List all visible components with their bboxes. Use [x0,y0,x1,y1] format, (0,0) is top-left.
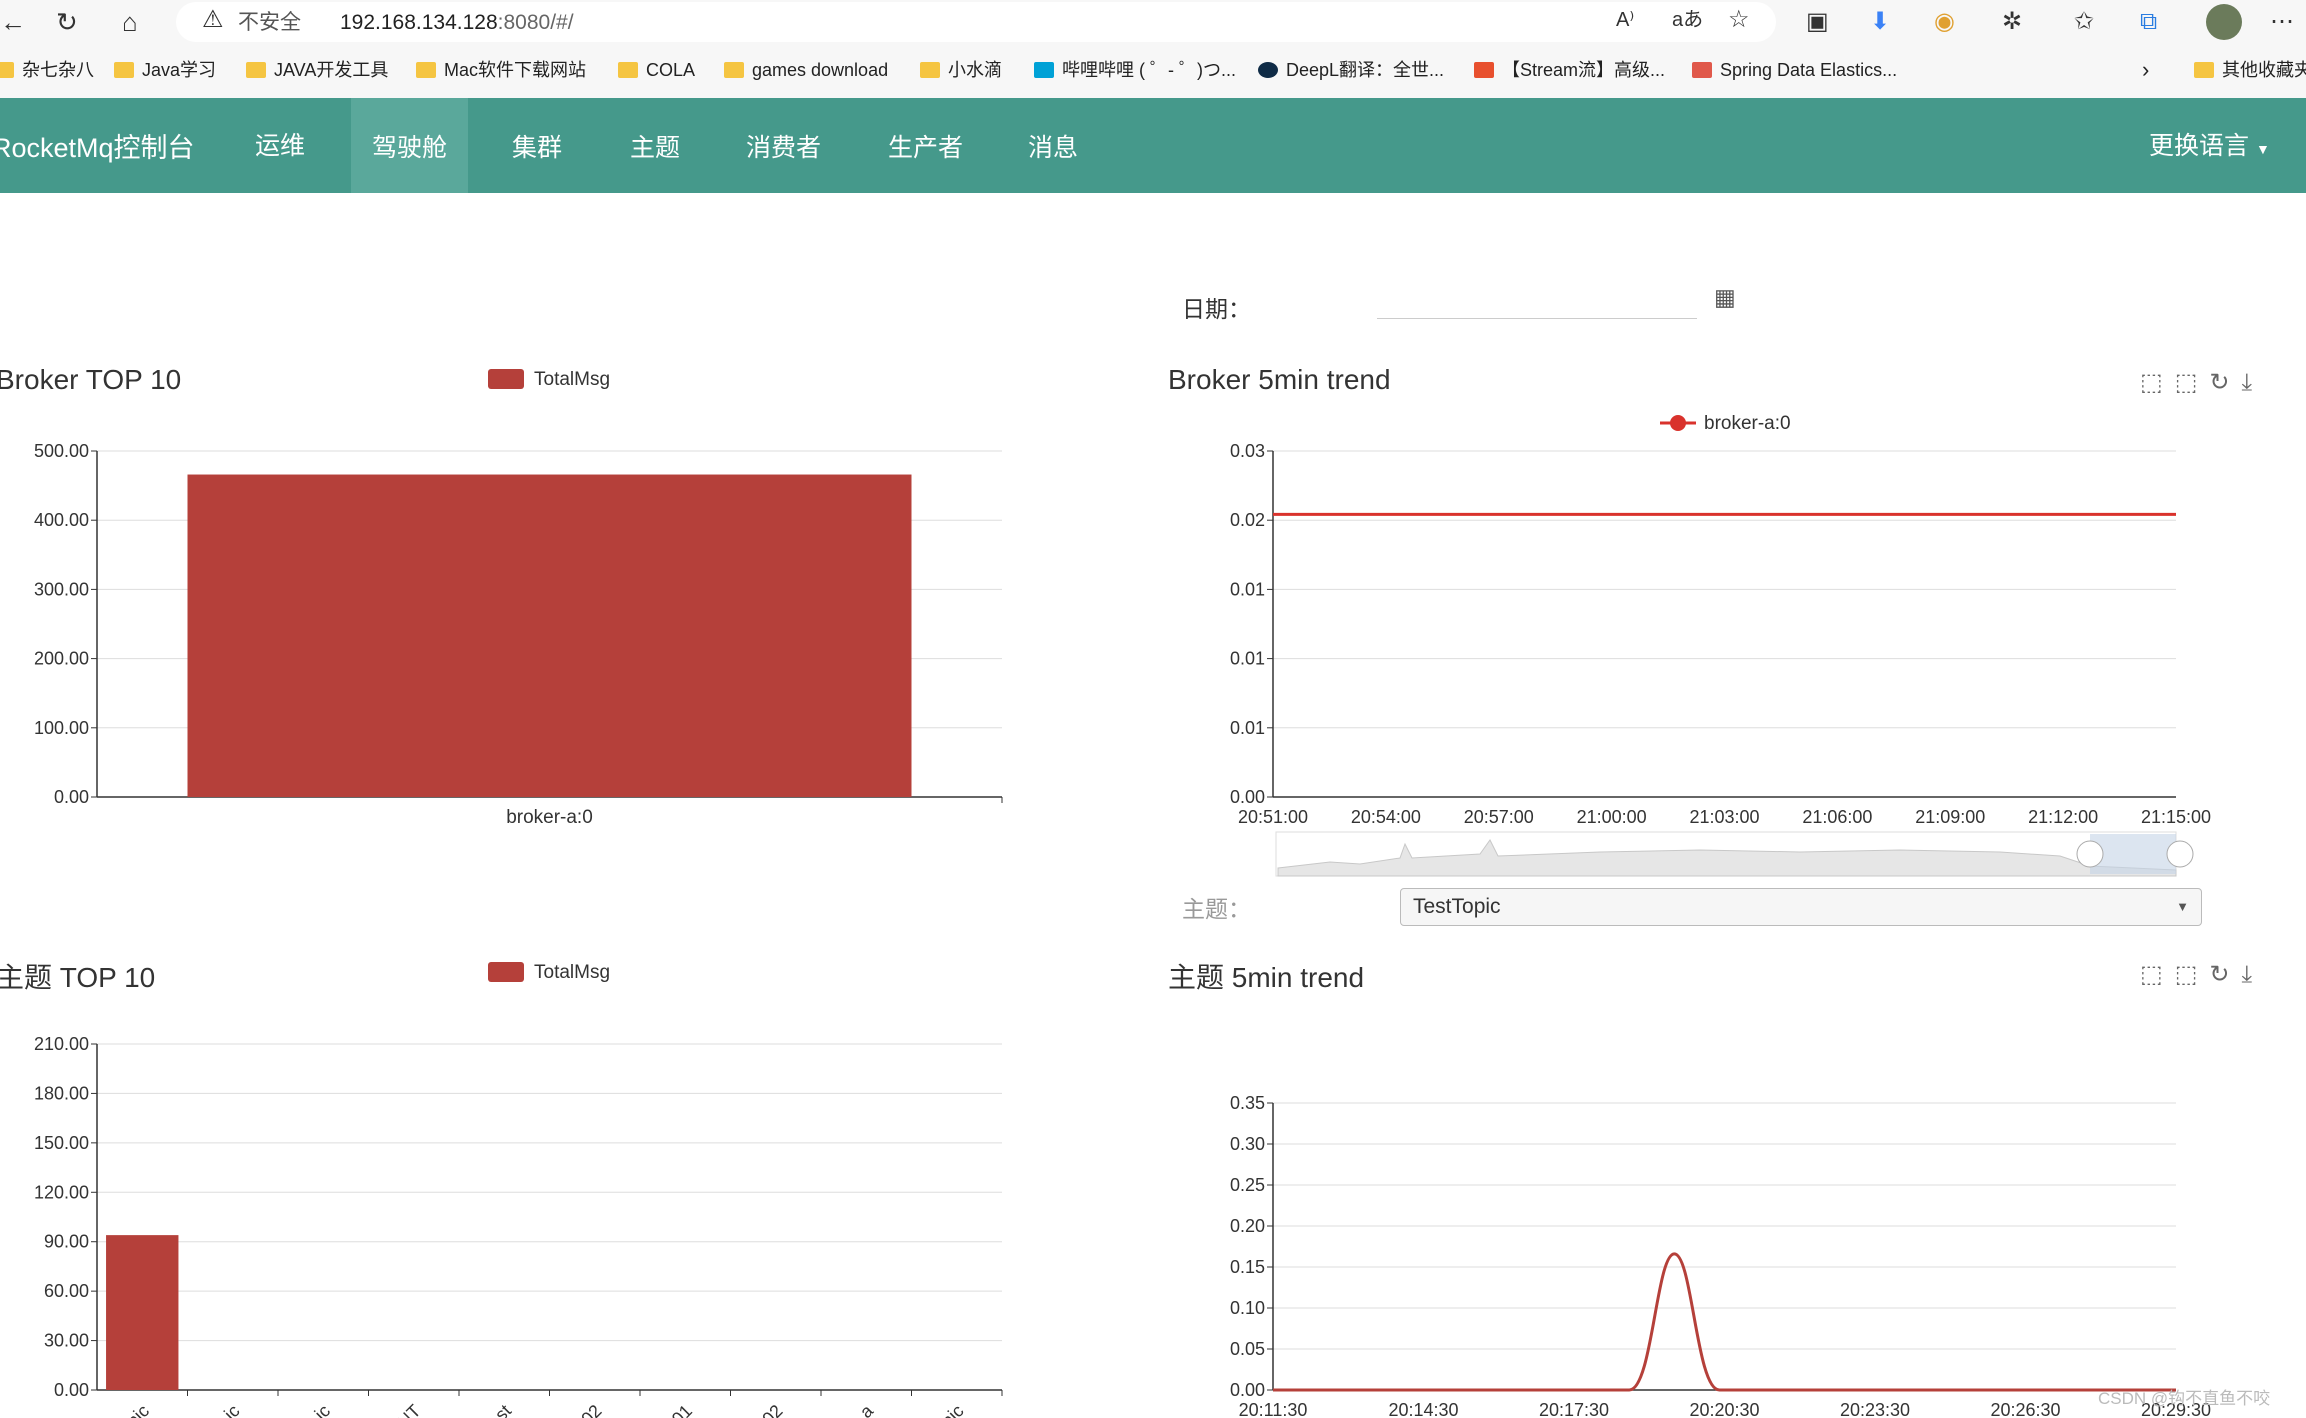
x-tick-label: _a [848,1400,878,1418]
x-tick-label: 21:09:00 [1915,807,1985,827]
legend-swatch [488,369,524,389]
y-tick-label: 0.00 [54,1380,89,1400]
x-tick-label: ic [220,1401,243,1418]
legend-marker [1670,415,1686,431]
x-tick-label: broker-a:0 [506,807,593,828]
y-tick-label: 180.00 [34,1083,89,1103]
x-tick-label: 21:03:00 [1689,807,1759,827]
y-tick-label: 0.00 [54,787,89,807]
y-tick-label: 0.05 [1230,1339,1265,1359]
datazoom-handle-right [2166,840,2194,868]
y-tick-label: 210.00 [34,1034,89,1054]
x-tick-label: 01 [668,1401,696,1418]
legend-label: TotalMsg [534,962,610,983]
x-tick-label: 20:26:30 [1990,1400,2060,1418]
y-tick-label: 0.25 [1230,1175,1265,1195]
x-tick-label: pic [937,1401,967,1418]
y-tick-label: 0.01 [1230,579,1265,599]
watermark: CSDN @钩不直鱼不咬 [2098,1389,2271,1408]
legend-swatch [488,962,524,982]
x-tick-label: ic [311,1401,334,1418]
bar [106,1235,179,1390]
datazoom-preview [1277,839,2177,877]
y-tick-label: 300.00 [34,579,89,599]
y-tick-label: 0.00 [1230,787,1265,807]
datazoom-handle-left [2076,840,2104,868]
x-tick-label: 21:06:00 [1802,807,1872,827]
x-tick-label: 21:00:00 [1577,807,1647,827]
y-tick-label: 0.01 [1230,718,1265,738]
x-tick-label: 20:14:30 [1388,1400,1458,1418]
y-tick-label: 0.03 [1230,441,1265,461]
bar [187,474,912,797]
x-tick-label: 20:11:30 [1239,1400,1308,1418]
y-tick-label: 0.30 [1230,1134,1265,1154]
x-tick-label: st [491,1401,515,1418]
x-tick-label: 21:15:00 [2141,807,2211,827]
x-tick-label: 21:12:00 [2028,807,2098,827]
x-tick-label: 20:17:30 [1539,1400,1609,1418]
y-tick-label: 0.02 [1230,510,1265,530]
x-tick-label: 20:23:30 [1840,1400,1910,1418]
y-tick-label: 0.15 [1230,1257,1265,1277]
x-tick-label: 02 [758,1401,786,1418]
series-line [1273,1252,2176,1392]
x-tick-label: 02 [577,1401,605,1418]
legend-label: TotalMsg [534,369,610,390]
y-tick-label: 150.00 [34,1133,89,1153]
x-tick-label: 20:54:00 [1351,807,1421,827]
y-tick-label: 0.00 [1230,1380,1265,1400]
y-tick-label: 60.00 [44,1281,89,1301]
y-tick-label: 400.00 [34,510,89,530]
x-tick-label: pic [123,1401,153,1418]
y-tick-label: 0.10 [1230,1298,1265,1318]
x-tick-label: NT [393,1401,424,1418]
y-tick-label: 0.20 [1230,1216,1265,1236]
y-tick-label: 90.00 [44,1232,89,1252]
y-tick-label: 30.00 [44,1331,89,1351]
y-tick-label: 200.00 [34,649,89,669]
x-tick-label: 20:20:30 [1689,1400,1759,1418]
y-tick-label: 100.00 [34,718,89,738]
y-tick-label: 0.01 [1230,649,1265,669]
y-tick-label: 0.35 [1230,1093,1265,1113]
y-tick-label: 500.00 [34,441,89,461]
charts-canvas: 0.00 100.00 200.00 300.00 400.00 500.00 TotalM… [34,369,2211,1418]
x-tick-label: 20:51:00 [1238,807,1308,827]
y-tick-label: 120.00 [34,1182,89,1202]
x-tick-label: 20:57:00 [1464,807,1534,827]
legend-label: broker-a:0 [1704,413,1791,434]
